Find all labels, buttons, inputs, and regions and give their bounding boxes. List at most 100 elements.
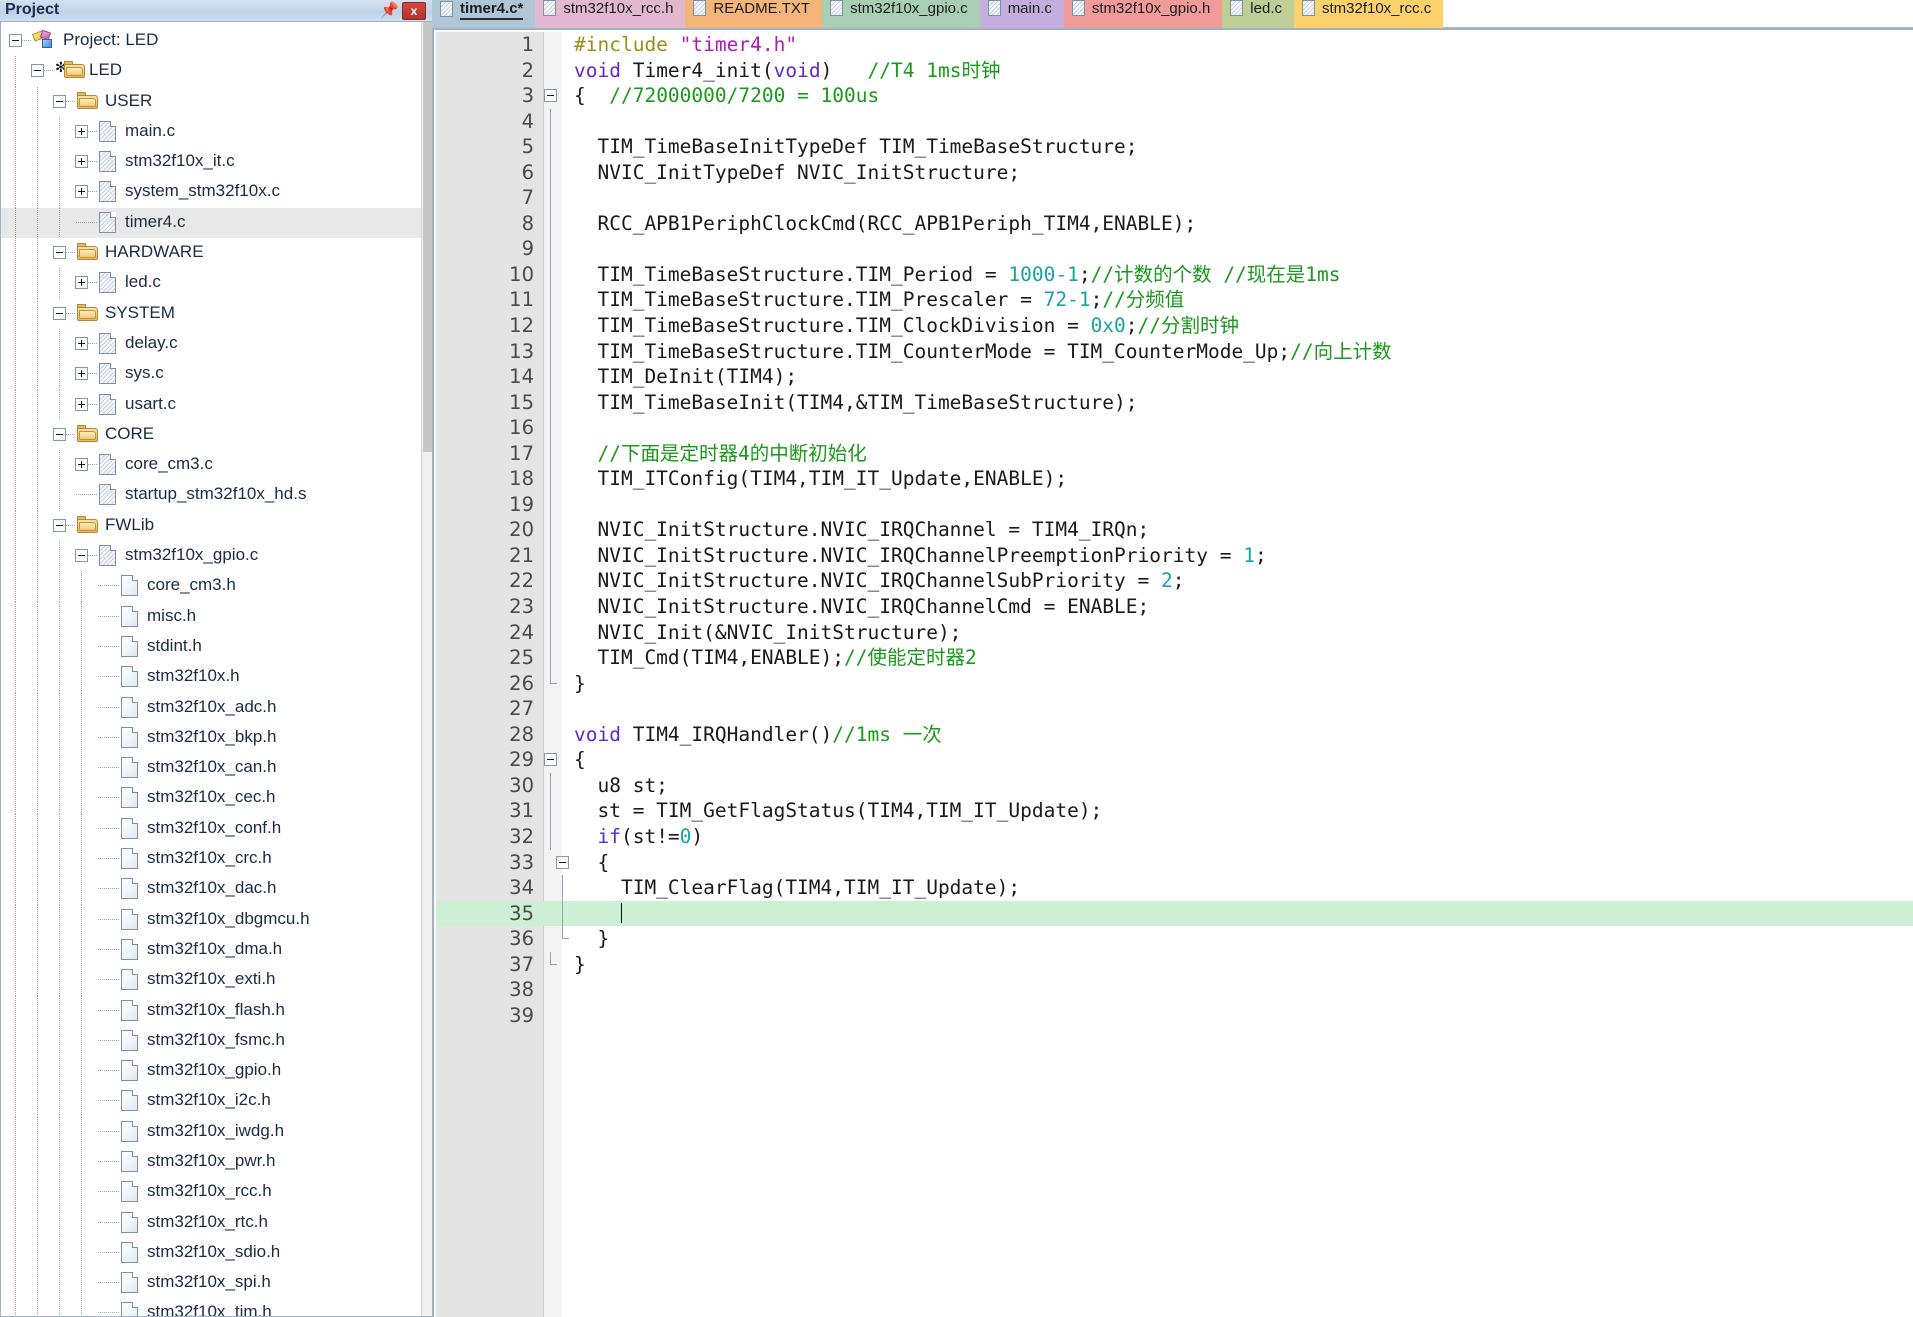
editor-tab-led-c[interactable]: led.c bbox=[1222, 0, 1294, 28]
code-line[interactable]: 11 TIM_TimeBaseStructure.TIM_Prescaler =… bbox=[436, 287, 1913, 314]
tree-item-stm32f10x-exti-h[interactable]: stm32f10x_exti.h bbox=[1, 965, 421, 996]
collapse-icon[interactable] bbox=[75, 549, 88, 563]
tree-item-led-c[interactable]: led.c bbox=[1, 268, 421, 299]
code-line[interactable]: 12 TIM_TimeBaseStructure.TIM_ClockDivisi… bbox=[436, 313, 1913, 339]
tree-item-stm32f10x-i2c-h[interactable]: stm32f10x_i2c.h bbox=[1, 1086, 421, 1117]
tree-item-sys-c[interactable]: sys.c bbox=[1, 359, 421, 390]
tree-item-stm32f10x-fsmc-h[interactable]: stm32f10x_fsmc.h bbox=[1, 1025, 421, 1057]
editor-tab-stm32f10x-rcc-h[interactable]: stm32f10x_rcc.h bbox=[535, 0, 686, 28]
tree-item-delay-c[interactable]: delay.c bbox=[1, 328, 421, 360]
editor-tab-stm32f10x-gpio-h[interactable]: stm32f10x_gpio.h bbox=[1063, 0, 1223, 28]
tree-item-stm32f10x-tim-h[interactable]: stm32f10x_tim.h bbox=[1, 1298, 421, 1316]
code-line[interactable]: 31 st = TIM_GetFlagStatus(TIM4,TIM_IT_Up… bbox=[436, 798, 1913, 824]
code-line[interactable]: 22 NVIC_InitStructure.NVIC_IRQChannelSub… bbox=[436, 568, 1913, 595]
fold-collapse-icon[interactable] bbox=[556, 855, 569, 869]
code-line[interactable]: 14 TIM_DeInit(TIM4); bbox=[436, 364, 1913, 390]
tree-item-usart-c[interactable]: usart.c bbox=[1, 389, 421, 420]
expand-icon[interactable] bbox=[75, 397, 88, 411]
code-line[interactable]: 15 TIM_TimeBaseInit(TIM4,&TIM_TimeBaseSt… bbox=[436, 389, 1913, 416]
code-line[interactable]: 33 { bbox=[436, 850, 1913, 876]
code-line[interactable]: 21 NVIC_InitStructure.NVIC_IRQChannelPre… bbox=[436, 542, 1913, 569]
tree-item-stm32f10x-can-h[interactable]: stm32f10x_can.h bbox=[1, 753, 421, 784]
code-line[interactable]: 10 TIM_TimeBaseStructure.TIM_Period = 10… bbox=[436, 261, 1913, 288]
tree-item-system[interactable]: SYSTEM bbox=[1, 298, 421, 329]
tree-item-stm32f10x-dma-h[interactable]: stm32f10x_dma.h bbox=[1, 934, 421, 966]
tree-item-stdint-h[interactable]: stdint.h bbox=[1, 631, 421, 663]
tree-item-project-led[interactable]: Project: LED bbox=[1, 26, 421, 56]
editor-tab-stm32f10x-rcc-c[interactable]: stm32f10x_rcc.c bbox=[1293, 0, 1444, 28]
tree-item-stm32f10x-adc-h[interactable]: stm32f10x_adc.h bbox=[1, 692, 421, 723]
code-line[interactable]: 23 NVIC_InitStructure.NVIC_IRQChannelCmd… bbox=[436, 594, 1913, 620]
tree-item-stm32f10x-conf-h[interactable]: stm32f10x_conf.h bbox=[1, 813, 421, 845]
code-line[interactable]: 6 NVIC_InitTypeDef NVIC_InitStructure; bbox=[436, 159, 1913, 186]
tree-item-stm32f10x-sdio-h[interactable]: stm32f10x_sdio.h bbox=[1, 1237, 421, 1269]
tree-item-stm32f10x-pwr-h[interactable]: stm32f10x_pwr.h bbox=[1, 1146, 421, 1178]
tree-item-core[interactable]: CORE bbox=[1, 419, 421, 451]
collapse-icon[interactable] bbox=[9, 34, 22, 47]
collapse-icon[interactable] bbox=[53, 94, 66, 108]
tree-item-stm32f10x-iwdg-h[interactable]: stm32f10x_iwdg.h bbox=[1, 1116, 421, 1147]
fold-collapse-icon[interactable] bbox=[544, 753, 557, 767]
expand-icon[interactable] bbox=[75, 185, 88, 199]
tree-item-stm32f10x-flash-h[interactable]: stm32f10x_flash.h bbox=[1, 995, 421, 1026]
close-icon[interactable]: x bbox=[402, 2, 426, 20]
tree-item-timer4-c[interactable]: timer4.c bbox=[1, 207, 421, 239]
code-line[interactable]: 35 bbox=[436, 900, 1913, 927]
code-line[interactable]: 29 { bbox=[436, 747, 1913, 773]
code-line[interactable]: 8 RCC_APB1PeriphClockCmd(RCC_APB1Periph_… bbox=[436, 210, 1913, 237]
collapse-icon[interactable] bbox=[53, 306, 66, 320]
code-line[interactable]: 9 bbox=[436, 236, 1913, 262]
editor-tabstrip[interactable]: timer4.c* stm32f10x_rcc.h README.TXT stm32f… bbox=[432, 0, 1913, 28]
tree-item-stm32f10x-dbgmcu-h[interactable]: stm32f10x_dbgmcu.h bbox=[1, 904, 421, 935]
code-line[interactable]: 5 TIM_TimeBaseInitTypeDef TIM_TimeBaseSt… bbox=[436, 134, 1913, 160]
code-line[interactable]: 3 { //72000000/7200 = 100us bbox=[436, 83, 1913, 109]
expand-icon[interactable] bbox=[75, 458, 88, 472]
tree-item-core-cm3-c[interactable]: core_cm3.c bbox=[1, 450, 421, 481]
code-line[interactable]: 20 NVIC_InitStructure.NVIC_IRQChannel = … bbox=[436, 517, 1913, 543]
fold-collapse-icon[interactable] bbox=[544, 89, 557, 103]
tree-item-system-stm32f10x-c[interactable]: system_stm32f10x.c bbox=[1, 177, 421, 208]
code-line[interactable]: 27 bbox=[436, 696, 1913, 722]
expand-icon[interactable] bbox=[75, 336, 88, 350]
tree-item-stm32f10x-rcc-h[interactable]: stm32f10x_rcc.h bbox=[1, 1177, 421, 1208]
tree-item-stm32f10x-rtc-h[interactable]: stm32f10x_rtc.h bbox=[1, 1207, 421, 1238]
tree-item-led[interactable]: ✻ LED bbox=[1, 56, 421, 87]
code-line[interactable]: 36 } bbox=[436, 926, 1913, 952]
code-line[interactable]: 25 TIM_Cmd(TIM4,ENABLE);//使能定时器2 bbox=[436, 645, 1913, 671]
code-line[interactable]: 17 //下面是定时器4的中断初始化 bbox=[436, 440, 1913, 467]
expand-icon[interactable] bbox=[75, 276, 88, 290]
tree-item-stm32f10x-spi-h[interactable]: stm32f10x_spi.h bbox=[1, 1268, 421, 1299]
code-line[interactable]: 30 u8 st; bbox=[436, 772, 1913, 799]
tree-item-stm32f10x-gpio-h[interactable]: stm32f10x_gpio.h bbox=[1, 1056, 421, 1087]
editor-tab-readme-txt[interactable]: README.TXT bbox=[685, 0, 823, 28]
code-line[interactable]: 18 TIM_ITConfig(TIM4,TIM_IT_Update,ENABL… bbox=[436, 466, 1913, 492]
code-line[interactable]: 7 bbox=[436, 185, 1913, 211]
tree-item-stm32f10x-cec-h[interactable]: stm32f10x_cec.h bbox=[1, 783, 421, 814]
tree-item-fwlib[interactable]: FWLib bbox=[1, 510, 421, 542]
collapse-icon[interactable] bbox=[31, 64, 44, 78]
tree-item-core-cm3-h[interactable]: core_cm3.h bbox=[1, 571, 421, 602]
code-line[interactable]: 2 void Timer4_init(void) //T4 1ms时钟 bbox=[436, 58, 1913, 84]
editor-tab-main-c[interactable]: main.c bbox=[979, 0, 1064, 28]
tree-item-stm32f10x-bkp-h[interactable]: stm32f10x_bkp.h bbox=[1, 722, 421, 754]
collapse-icon[interactable] bbox=[53, 518, 66, 532]
code-line[interactable]: 37} bbox=[436, 951, 1913, 978]
code-line[interactable]: 26} bbox=[436, 670, 1913, 697]
tree-item-main-c[interactable]: main.c bbox=[1, 116, 421, 148]
collapse-icon[interactable] bbox=[53, 427, 66, 441]
code-text-area[interactable]: 1 #include "timer4.h" 2 void Timer4_init(vo… bbox=[436, 32, 1913, 1317]
tree-item-stm32f10x-dac-h[interactable]: stm32f10x_dac.h bbox=[1, 874, 421, 905]
tree-item-hardware[interactable]: HARDWARE bbox=[1, 238, 421, 269]
tree-item-stm32f10x-gpio-c[interactable]: stm32f10x_gpio.c bbox=[1, 541, 421, 572]
code-line[interactable]: 39 bbox=[436, 1003, 1913, 1029]
collapse-icon[interactable] bbox=[53, 246, 66, 260]
code-line[interactable]: 19 bbox=[436, 491, 1913, 518]
code-line[interactable]: 4 bbox=[436, 108, 1913, 135]
code-line[interactable]: 38 bbox=[436, 977, 1913, 1003]
tree-item-misc-h[interactable]: misc.h bbox=[1, 601, 421, 632]
scrollbar-thumb[interactable] bbox=[423, 22, 432, 452]
editor-tab-timer4-c-[interactable]: timer4.c* bbox=[432, 0, 536, 28]
editor-tab-stm32f10x-gpio-c[interactable]: stm32f10x_gpio.c bbox=[822, 0, 980, 28]
code-line[interactable]: 32 if(st!=0) bbox=[436, 823, 1913, 850]
expand-icon[interactable] bbox=[75, 155, 88, 169]
